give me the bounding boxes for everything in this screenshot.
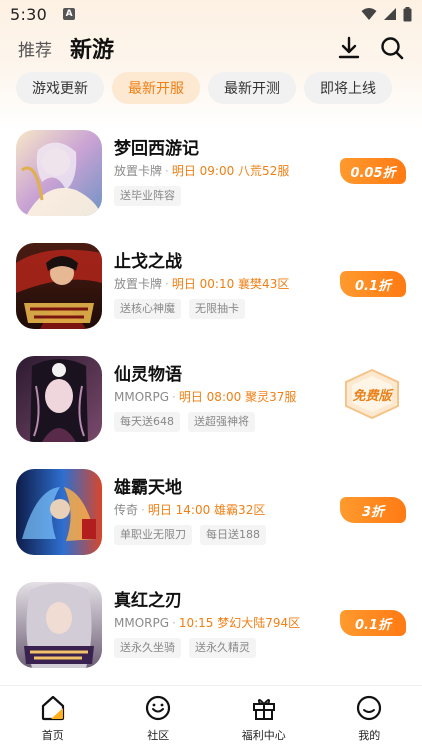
search-icon[interactable] (380, 36, 404, 60)
game-meta: MMORPG · 10:15 梦幻大陆794区 (114, 614, 300, 632)
game-type: 放置卡牌 (114, 277, 163, 291)
status-time: 5:30 (10, 4, 48, 24)
status-bar: 5:30 A (0, 0, 422, 28)
nav-profile[interactable]: 我的 (329, 692, 409, 743)
game-tag: 送超强神将 (188, 412, 255, 432)
nav-label: 我的 (358, 729, 381, 742)
game-list: 梦回西游记 放置卡牌 · 明日 09:00 八荒52服 送毕业阵容 0.05折 止戈… (0, 118, 422, 683)
game-tag: 送核心神魔 (114, 299, 181, 319)
discount-badge: 3折 (340, 497, 406, 523)
filter-coming-soon[interactable]: 即将上线 (304, 72, 392, 104)
free-version-badge: 免费版 (342, 368, 402, 420)
game-meta: MMORPG · 明日 08:00 聚灵37服 (114, 388, 296, 406)
tag-list: 送永久坐骑 送永久精灵 (114, 638, 300, 658)
nav-welfare[interactable]: 福利中心 (224, 692, 304, 743)
game-tag: 送永久精灵 (189, 638, 256, 658)
meta-separator: · (172, 616, 176, 630)
game-info: 雄霸天地 传奇 · 明日 14:00 雄霸32区 单职业无限刀 每日送188 (114, 469, 266, 545)
tag-list: 每天送648 送超强神将 (114, 412, 296, 432)
game-title: 梦回西游记 (114, 139, 199, 159)
meta-separator: · (172, 390, 176, 404)
bottom-navigation: 首页 社区 福利中心 我的 (0, 685, 422, 751)
server-open-info: 明日 09:00 八荒52服 (171, 164, 290, 178)
game-cover[interactable] (16, 243, 102, 329)
game-meta: 放置卡牌 · 明日 00:10 襄樊43区 (114, 275, 289, 293)
game-item[interactable]: 梦回西游记 放置卡牌 · 明日 09:00 八荒52服 送毕业阵容 0.05折 (0, 118, 422, 231)
game-meta: 传奇 · 明日 14:00 雄霸32区 (114, 501, 266, 519)
game-tag: 送永久坐骑 (114, 638, 181, 658)
meta-separator: · (165, 277, 169, 291)
game-tag: 每天送648 (114, 412, 180, 432)
wifi-icon (361, 8, 377, 20)
game-meta: 放置卡牌 · 明日 09:00 八荒52服 (114, 162, 289, 180)
game-item[interactable]: 仙灵物语 MMORPG · 明日 08:00 聚灵37服 每天送648 送超强神将 … (0, 344, 422, 457)
game-tag: 送毕业阵容 (114, 186, 181, 206)
battery-icon (403, 6, 412, 21)
game-item[interactable]: 真红之刃 MMORPG · 10:15 梦幻大陆794区 送永久坐骑 送永久精灵 0… (0, 570, 422, 683)
game-info: 真红之刃 MMORPG · 10:15 梦幻大陆794区 送永久坐骑 送永久精灵 (114, 582, 300, 658)
game-tag: 单职业无限刀 (114, 525, 192, 545)
download-icon[interactable] (338, 36, 360, 60)
nav-label: 首页 (41, 729, 64, 742)
nav-home[interactable]: 首页 (13, 692, 93, 743)
game-info: 止戈之战 放置卡牌 · 明日 00:10 襄樊43区 送核心神魔 无限抽卡 (114, 243, 289, 319)
game-type: MMORPG (114, 390, 170, 404)
home-icon (39, 692, 67, 724)
server-open-info: 明日 08:00 聚灵37服 (178, 390, 297, 404)
filter-new-servers[interactable]: 最新开服 (112, 72, 200, 104)
discount-badge: 0.05折 (340, 158, 406, 184)
game-info: 仙灵物语 MMORPG · 明日 08:00 聚灵37服 每天送648 送超强神将 (114, 356, 296, 432)
notification-icon: A (63, 8, 76, 20)
game-tag: 每日送188 (200, 525, 266, 545)
filter-chips: 游戏更新 最新开服 最新开测 即将上线 (16, 72, 392, 104)
top-header: 推荐 新游 (0, 30, 422, 66)
tag-list: 单职业无限刀 每日送188 (114, 525, 266, 545)
game-cover[interactable] (16, 356, 102, 442)
game-type: MMORPG (114, 616, 170, 630)
status-indicators (361, 6, 412, 22)
server-open-info: 明日 14:00 雄霸32区 (147, 503, 266, 517)
game-info: 梦回西游记 放置卡牌 · 明日 09:00 八荒52服 送毕业阵容 (114, 130, 289, 206)
gift-icon (250, 692, 278, 724)
tab-recommend[interactable]: 推荐 (18, 36, 52, 61)
meta-separator: · (141, 503, 145, 517)
filter-game-updates[interactable]: 游戏更新 (16, 72, 104, 104)
server-open-info: 10:15 梦幻大陆794区 (178, 616, 301, 630)
game-type: 放置卡牌 (114, 164, 163, 178)
tag-list: 送毕业阵容 (114, 186, 289, 206)
nav-label: 福利中心 (241, 729, 286, 742)
game-tag: 无限抽卡 (189, 299, 245, 319)
profile-icon (355, 692, 383, 724)
game-title: 止戈之战 (114, 252, 182, 272)
filter-new-tests[interactable]: 最新开测 (208, 72, 296, 104)
community-icon (144, 692, 172, 724)
game-item[interactable]: 止戈之战 放置卡牌 · 明日 00:10 襄樊43区 送核心神魔 无限抽卡 0.1折 (0, 231, 422, 344)
discount-badge: 0.1折 (340, 271, 406, 297)
game-cover[interactable] (16, 469, 102, 555)
game-title: 真红之刃 (114, 591, 182, 611)
nav-label: 社区 (147, 729, 170, 742)
meta-separator: · (165, 164, 169, 178)
game-item[interactable]: 雄霸天地 传奇 · 明日 14:00 雄霸32区 单职业无限刀 每日送188 3折 (0, 457, 422, 570)
nav-community[interactable]: 社区 (118, 692, 198, 743)
free-badge-label: 免费版 (352, 388, 392, 404)
header-actions (338, 36, 404, 60)
tag-list: 送核心神魔 无限抽卡 (114, 299, 289, 319)
game-title: 仙灵物语 (114, 365, 182, 385)
server-open-info: 明日 00:10 襄樊43区 (171, 277, 290, 291)
signal-icon (384, 8, 396, 20)
game-title: 雄霸天地 (114, 478, 182, 498)
game-cover[interactable] (16, 582, 102, 668)
game-cover[interactable] (16, 130, 102, 216)
tab-new-games[interactable]: 新游 (70, 32, 114, 64)
discount-badge: 0.1折 (340, 610, 406, 636)
game-type: 传奇 (114, 503, 139, 517)
